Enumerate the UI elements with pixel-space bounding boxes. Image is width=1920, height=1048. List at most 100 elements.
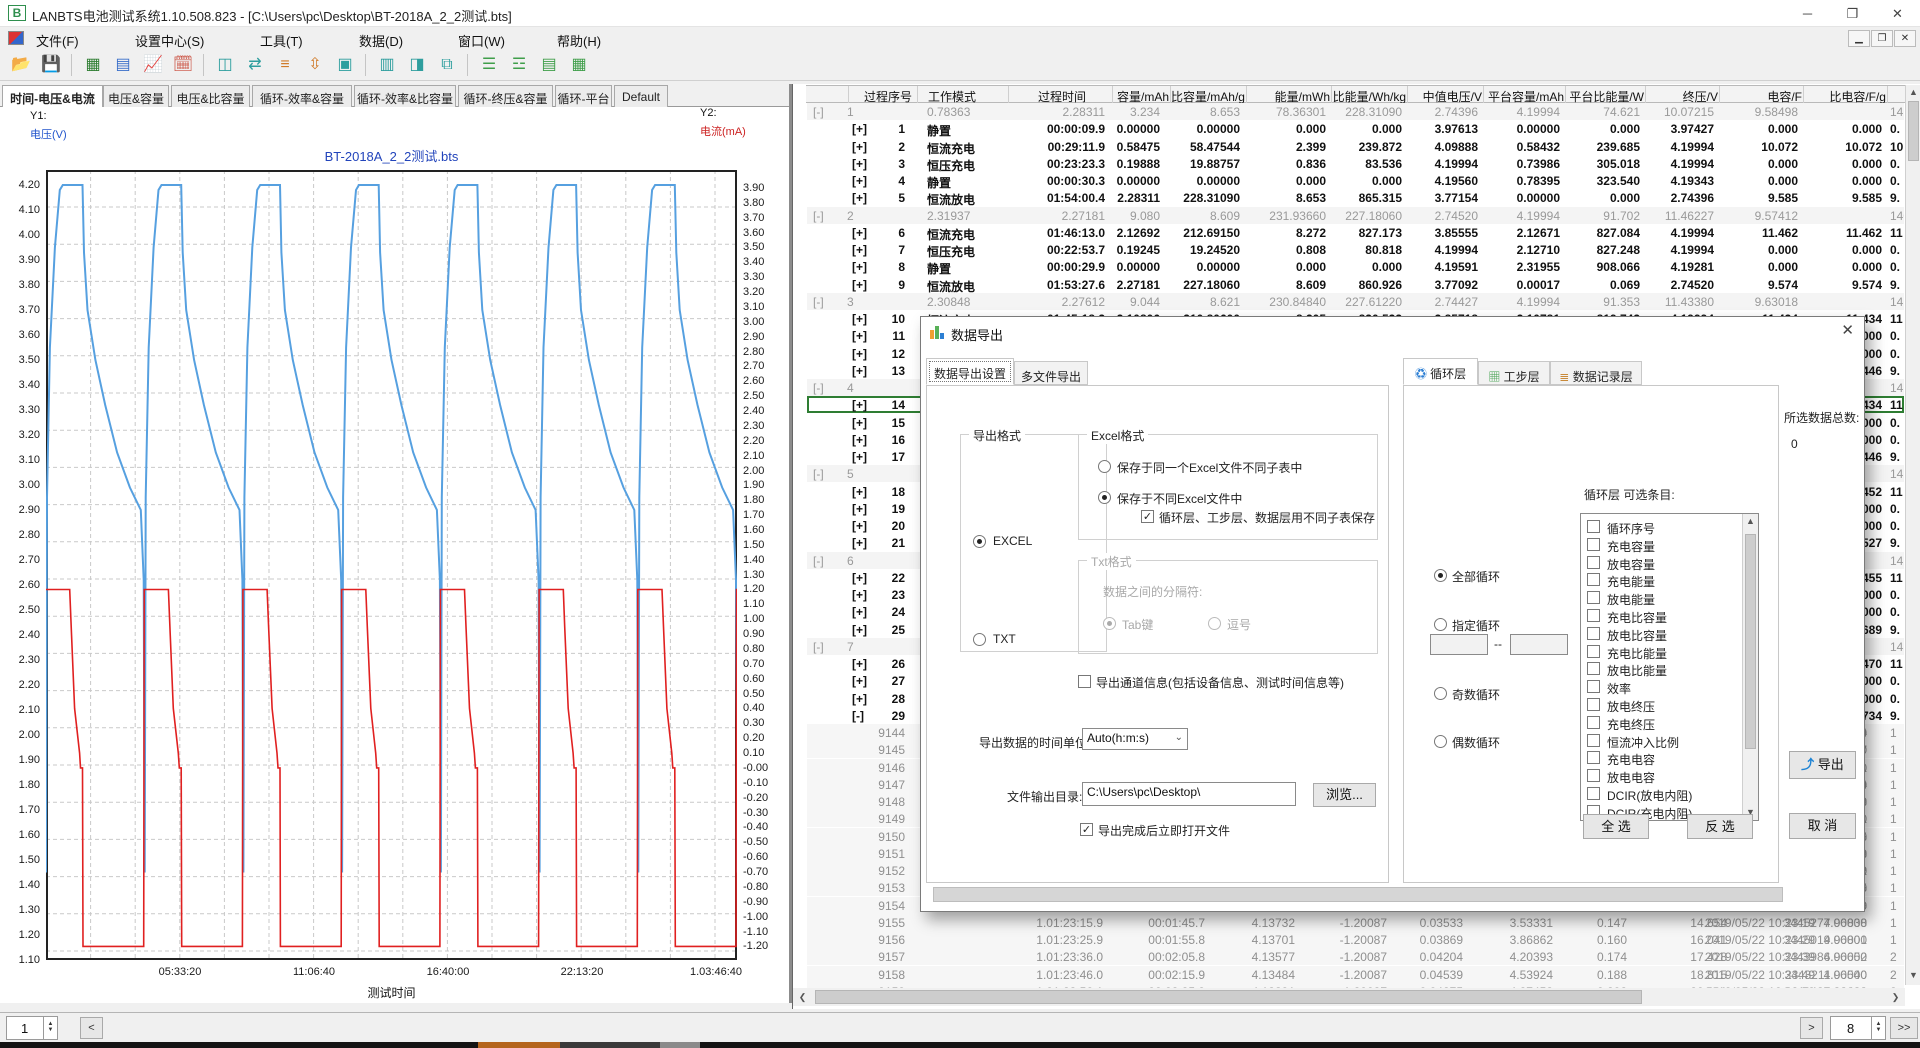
menu-item-3[interactable]: 数据(D) bbox=[353, 30, 409, 48]
item-checkbox[interactable] bbox=[1587, 556, 1600, 569]
list-view-3-icon[interactable]: ▤ bbox=[536, 53, 562, 78]
table-row-7[interactable]: [+]7恒压充电00:22:53.70.1924519.245200.80880… bbox=[807, 241, 1904, 258]
hscrollbar-thumb[interactable] bbox=[815, 990, 1642, 1004]
table-row-9156[interactable]: 91561.01:23:25.900:01:55.84.13701-1.2008… bbox=[807, 931, 1904, 948]
merge-view-icon[interactable]: ⇄ bbox=[242, 53, 268, 78]
radio-txt[interactable] bbox=[973, 633, 986, 646]
table-row-2[interactable]: [-]22.319372.271819.0808.609231.93660227… bbox=[807, 207, 1904, 224]
close-button[interactable]: ✕ bbox=[1875, 0, 1920, 27]
list-scrollbar-thumb[interactable] bbox=[1745, 534, 1756, 749]
chart-tab-6[interactable]: 循环-平台 bbox=[555, 85, 612, 107]
list-view-4-icon[interactable]: ▦ bbox=[566, 53, 592, 78]
item-checkbox[interactable] bbox=[1587, 609, 1600, 622]
expand-view-icon[interactable]: ⇳ bbox=[302, 53, 328, 78]
item-checkbox[interactable] bbox=[1587, 645, 1600, 658]
table-row-2[interactable]: [+]2恒流充电00:29:11.90.5847558.475442.39923… bbox=[807, 138, 1904, 155]
list-scroll-up-icon[interactable]: ▲ bbox=[1743, 514, 1758, 529]
align-view-icon[interactable]: ≡ bbox=[272, 53, 298, 78]
report-icon[interactable]: ▤ bbox=[110, 53, 136, 78]
item-checkbox[interactable] bbox=[1587, 520, 1600, 533]
cycle-items-listbox[interactable]: 循环序号充电容量放电容量充电能量放电能量充电比容量放电比容量充电比能量放电比能量… bbox=[1580, 513, 1759, 821]
dialog-tab-record-layer[interactable]: ≣ 数据记录层 bbox=[1550, 361, 1642, 385]
menu-item-0[interactable]: 文件(F) bbox=[30, 30, 85, 48]
table-row-9157[interactable]: 91571.01:23:36.000:02:05.84.13577-1.2008… bbox=[807, 948, 1904, 965]
dialog-tab-step-layer[interactable]: ▦ 工步层 bbox=[1478, 361, 1550, 385]
radio-excel[interactable] bbox=[973, 535, 986, 548]
page-spinner-right[interactable]: 8 ▲▼ bbox=[1830, 1016, 1886, 1040]
list-view-2-icon[interactable]: ☲ bbox=[506, 53, 532, 78]
dialog-tab-export-settings[interactable]: 数据导出设置 bbox=[926, 358, 1014, 385]
page-last-button[interactable]: >> bbox=[1890, 1017, 1918, 1039]
item-checkbox[interactable] bbox=[1587, 538, 1600, 551]
chart-tab-4[interactable]: 循环-效率&比容量 bbox=[354, 85, 456, 107]
browse-button[interactable]: 浏览... bbox=[1313, 783, 1376, 807]
radio-specified-cycles[interactable] bbox=[1434, 618, 1447, 631]
select-all-button[interactable]: 全 选 bbox=[1583, 814, 1649, 839]
schedule-info-icon[interactable]: 🗓 bbox=[170, 53, 196, 78]
radio-diff-excel-file[interactable] bbox=[1098, 491, 1111, 504]
cancel-button[interactable]: 取 消 bbox=[1789, 813, 1856, 839]
dialog-close-icon[interactable]: ✕ bbox=[1841, 321, 1854, 339]
table-row-1[interactable]: [-]10.783632.283113.2348.65378.36301228.… bbox=[807, 103, 1904, 120]
checkbox-channel-info[interactable] bbox=[1078, 675, 1091, 688]
time-unit-dropdown[interactable]: Auto(h:m:s) ⌄ bbox=[1082, 728, 1188, 750]
maximize-view-icon[interactable]: ▣ bbox=[332, 53, 358, 78]
table-row-3[interactable]: [+]3恒压充电00:23:23.30.1988819.887570.83683… bbox=[807, 155, 1904, 172]
cascade-icon[interactable]: ⧉ bbox=[434, 53, 460, 78]
item-checkbox[interactable] bbox=[1587, 716, 1600, 729]
chart-tab-5[interactable]: 循环-终压&容量 bbox=[458, 85, 553, 107]
table-vertical-scrollbar[interactable]: ▲ ▼ bbox=[1905, 85, 1920, 985]
item-checkbox[interactable] bbox=[1587, 769, 1600, 782]
checkbox-open-after-export[interactable]: ✓ bbox=[1080, 823, 1093, 836]
export-excel-icon[interactable]: ▦ bbox=[80, 53, 106, 78]
chart-tab-3[interactable]: 循环-效率&容量 bbox=[252, 85, 352, 107]
scrollbar-thumb[interactable] bbox=[1908, 101, 1919, 161]
chart-tab-1[interactable]: 电压&容量 bbox=[103, 85, 169, 107]
mdi-close-button[interactable]: ✕ bbox=[1894, 30, 1916, 47]
menu-item-1[interactable]: 设置中心(S) bbox=[129, 30, 210, 48]
list-view-1-icon[interactable]: ☰ bbox=[476, 53, 502, 78]
item-checkbox[interactable] bbox=[1587, 662, 1600, 675]
output-directory-input[interactable]: C:\Users\pc\Desktop\ bbox=[1082, 782, 1296, 806]
list-scrollbar[interactable]: ▲ ▼ bbox=[1742, 514, 1758, 820]
spinner-arrows-icon[interactable]: ▲▼ bbox=[43, 1017, 57, 1039]
minimize-button[interactable]: ─ bbox=[1785, 0, 1830, 27]
chart-tab-7[interactable]: Default bbox=[614, 85, 668, 107]
item-checkbox[interactable] bbox=[1587, 698, 1600, 711]
table-row-4[interactable]: [+]4静置00:00:30.30.000000.000000.0000.000… bbox=[807, 172, 1904, 189]
tile-vertical-icon[interactable]: ▥ bbox=[374, 53, 400, 78]
save-file-icon[interactable]: 💾 bbox=[38, 53, 64, 78]
cycle-range-from-input[interactable] bbox=[1430, 634, 1488, 655]
radio-same-excel-file[interactable] bbox=[1098, 460, 1111, 473]
item-checkbox[interactable] bbox=[1587, 573, 1600, 586]
scroll-down-icon[interactable]: ▼ bbox=[1906, 968, 1920, 983]
chart-edit-icon[interactable]: 📈 bbox=[140, 53, 166, 78]
menu-item-5[interactable]: 帮助(H) bbox=[551, 30, 607, 48]
item-checkbox[interactable] bbox=[1587, 680, 1600, 693]
chart-tab-0[interactable]: 时间-电压&电流 bbox=[2, 85, 103, 108]
table-row-9[interactable]: [+]9恒流放电01:53:27.62.27181227.180608.6098… bbox=[807, 276, 1904, 293]
checkbox-separate-sheets[interactable]: ✓ bbox=[1141, 510, 1154, 523]
page-next-button[interactable]: > bbox=[1800, 1017, 1823, 1039]
radio-even-cycles[interactable] bbox=[1434, 735, 1447, 748]
menu-item-2[interactable]: 工具(T) bbox=[254, 30, 309, 48]
export-button[interactable]: ⤴ 导出 bbox=[1789, 751, 1856, 779]
menu-item-4[interactable]: 窗口(W) bbox=[452, 30, 511, 48]
table-row-6[interactable]: [+]6恒流充电01:46:13.02.12692212.691508.2728… bbox=[807, 224, 1904, 241]
scroll-right-icon[interactable]: ❯ bbox=[1888, 990, 1903, 1005]
item-checkbox[interactable] bbox=[1587, 787, 1600, 800]
tile-right-icon[interactable]: ◨ bbox=[404, 53, 430, 78]
dialog-tab-multifile[interactable]: 多文件导出 bbox=[1014, 361, 1088, 385]
dialog-bottom-scrollbar[interactable] bbox=[933, 887, 1783, 902]
radio-odd-cycles[interactable] bbox=[1434, 687, 1447, 700]
table-row-1[interactable]: [+]1静置00:00:09.90.000000.000000.0000.000… bbox=[807, 120, 1904, 137]
spinner-arrows-icon[interactable]: ▲▼ bbox=[1871, 1017, 1885, 1039]
table-row-8[interactable]: [+]8静置00:00:29.90.000000.000000.0000.000… bbox=[807, 258, 1904, 275]
cycle-range-to-input[interactable] bbox=[1510, 634, 1568, 655]
page-spinner-left[interactable]: 1 ▲▼ bbox=[6, 1016, 58, 1040]
page-prev-button[interactable]: < bbox=[80, 1017, 103, 1039]
table-row-3[interactable]: [-]32.308482.276129.0448.621230.84840227… bbox=[807, 293, 1904, 310]
item-checkbox[interactable] bbox=[1587, 627, 1600, 640]
split-horizontal-icon[interactable]: ◫ bbox=[212, 53, 238, 78]
scroll-left-icon[interactable]: ❮ bbox=[795, 990, 810, 1005]
